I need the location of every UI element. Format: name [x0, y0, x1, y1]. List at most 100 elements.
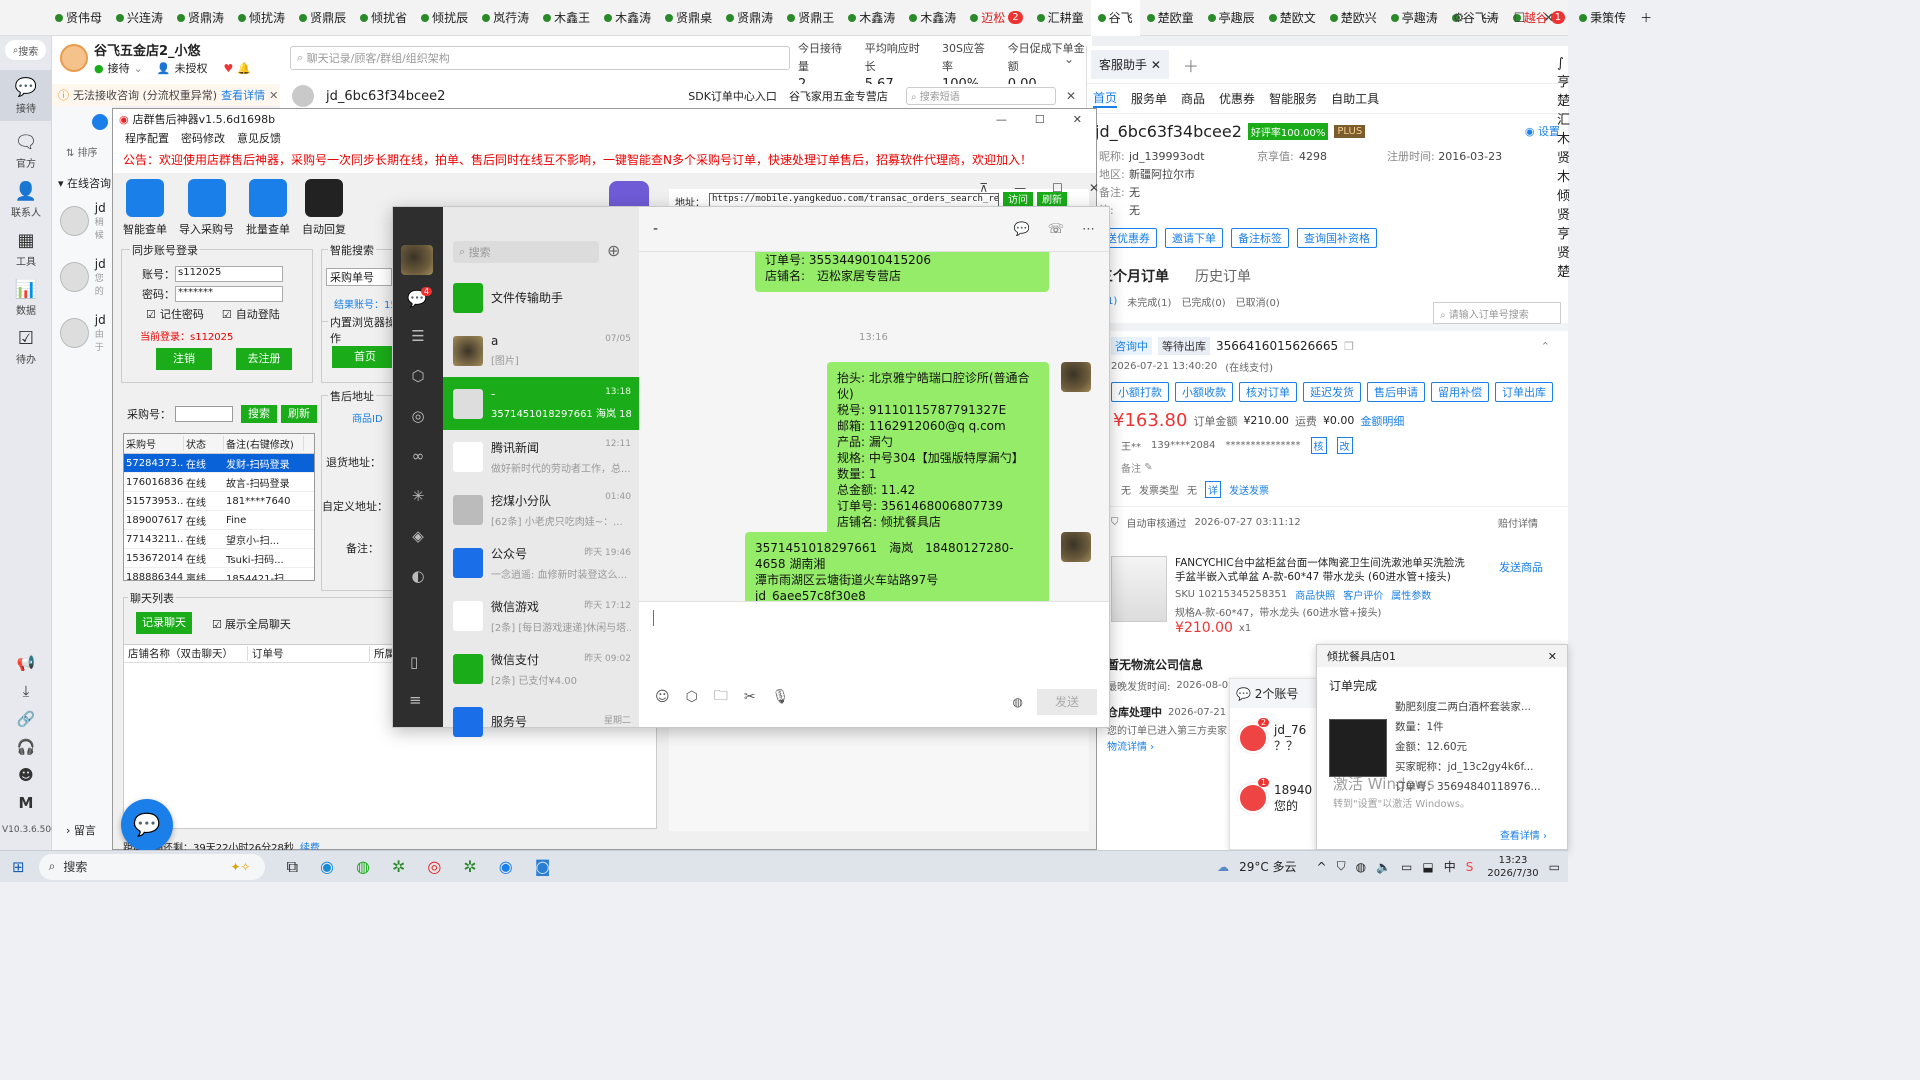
phone-icon[interactable]: ▯	[410, 653, 418, 671]
wechat-tray-icon[interactable]: ◍	[1356, 860, 1366, 874]
rail-search-button[interactable]: ⌕ 搜索	[5, 40, 46, 60]
wechat-icon[interactable]: ◍	[356, 857, 370, 876]
browser-tab[interactable]: 谷飞	[1090, 0, 1140, 36]
table-row[interactable]: 51573953... 在线 181****7640	[124, 492, 314, 511]
chat-options-icon[interactable]: 💬	[1014, 222, 1030, 237]
track-link[interactable]: 物流详情 ›	[1107, 738, 1154, 753]
speaker-icon[interactable]: 🔈	[1376, 860, 1391, 874]
customer-action-button[interactable]: 备注标签	[1231, 228, 1289, 248]
product-image[interactable]	[1111, 556, 1167, 622]
tool-menu-item[interactable]: 意见反馈	[237, 130, 281, 146]
logout-button[interactable]: 注销	[156, 348, 212, 370]
monitor-icon[interactable]: ▭	[1401, 860, 1412, 874]
sender-avatar[interactable]	[1061, 362, 1091, 392]
browser-tab[interactable]: 楚欧兴	[1323, 0, 1384, 36]
sender-avatar[interactable]	[1061, 532, 1091, 562]
link-icon[interactable]: 🔗	[17, 710, 36, 728]
edge-icon[interactable]: ◉	[320, 857, 334, 876]
wechat-chat-item[interactable]: 服务号 星期二	[443, 695, 639, 748]
column-header[interactable]: 采购号	[124, 436, 184, 451]
show-all-checkbox[interactable]: ☑	[212, 618, 222, 631]
tool-icon-button[interactable]: 自动回复	[302, 179, 346, 237]
assistant-nav-item[interactable]: 首页	[1093, 89, 1118, 108]
change-button[interactable]: 改	[1336, 437, 1353, 454]
browser-tab[interactable]: 兴连涛	[109, 0, 170, 36]
notification-more[interactable]: 查看详情 ›	[1500, 827, 1547, 842]
order-filter-item[interactable]: 未完成(1)	[1127, 294, 1171, 309]
wechat-search-input[interactable]: ⌕ 搜索	[453, 241, 599, 263]
assistant-nav-item[interactable]: 智能服务	[1269, 90, 1317, 107]
session-item[interactable]: jd 您的	[60, 257, 112, 297]
browser-tab[interactable]: 亭趣涛	[1384, 0, 1445, 36]
order-filter-item[interactable]: 已取消(0)	[1236, 294, 1280, 309]
mic-icon[interactable]: 🎙	[772, 689, 790, 705]
maximize-icon[interactable]: ☐	[1035, 113, 1045, 126]
message-bubble[interactable]: 3571451018297661 海岚 18480127280-4658 湖南湘…	[745, 532, 1049, 601]
table-row[interactable]: 77143211... 在线 望京小-扫...	[124, 530, 314, 549]
weather-icon[interactable]: ☁	[1217, 860, 1229, 874]
close-icon[interactable]: ✕	[269, 89, 278, 102]
add-icon[interactable]: ⊕	[607, 241, 620, 260]
moments-icon[interactable]: ◎	[411, 407, 424, 425]
close-icon[interactable]: ✕	[1089, 181, 1099, 195]
headset-icon[interactable]: 🎧	[17, 738, 36, 756]
register-button[interactable]: 去注册	[236, 348, 292, 370]
chevron-up-icon[interactable]: ⌃	[1541, 340, 1550, 353]
send-goods-link[interactable]: 发送商品	[1493, 558, 1549, 576]
browser-tab[interactable]: 楚欧童	[1140, 0, 1201, 36]
session-item[interactable]: jd 稍候	[60, 201, 112, 241]
chat-app-icon[interactable]: ◙	[535, 857, 551, 876]
order-filter-item[interactable]: 已完成(0)	[1181, 294, 1225, 309]
store-tool-icon[interactable]: ◎	[427, 857, 441, 876]
table-row[interactable]: 57284373... 在线 发财-扫码登录	[124, 454, 314, 473]
maximize-icon[interactable]: ☐	[1052, 181, 1063, 195]
minimize-icon[interactable]: —	[1482, 11, 1495, 26]
account-item[interactable]: 1 18940 您的	[1230, 768, 1316, 828]
order-action-button[interactable]: 订单出库	[1495, 382, 1553, 402]
customer-action-button[interactable]: 查询国补资格	[1297, 228, 1377, 248]
home-button[interactable]: 首页	[332, 346, 398, 368]
sparkle-icon[interactable]: ✳	[412, 487, 425, 505]
assistant-nav-item[interactable]: 商品	[1181, 90, 1205, 107]
minimize-icon[interactable]: —	[996, 113, 1007, 126]
order-action-button[interactable]: 延迟发货	[1303, 382, 1361, 402]
browser-tab[interactable]: 贤鼎桌	[658, 0, 719, 36]
product-title[interactable]: FANCYCHIC台中盆柜盆台面一体陶瓷卫生间洗漱池单买洗脸洗手盆半嵌入式单盆 …	[1175, 556, 1475, 584]
bot-icon[interactable]: ☻	[18, 766, 34, 784]
remember-checkbox[interactable]: ☑	[146, 308, 156, 321]
browser-tab[interactable]: 倾扰辰	[414, 0, 475, 36]
amount-detail-link[interactable]: 金额明细	[1360, 413, 1404, 429]
maximize-icon[interactable]: ☐	[1513, 11, 1525, 26]
network-icon[interactable]: ⬓	[1422, 860, 1433, 874]
browser-tab[interactable]: 秉策传	[1572, 0, 1633, 36]
wechat-chat-item[interactable]: 文件传输助手	[443, 271, 639, 324]
rail-item-todo[interactable]: ☑ 待办	[0, 327, 52, 366]
wechat-chat-item[interactable]: 公众号 昨天 19:46 一念逍遥: 血修新时装登这么...	[443, 536, 639, 589]
column-header[interactable]: 状态	[184, 436, 224, 451]
task-view-icon[interactable]: ⧉	[287, 857, 298, 877]
add-tab-icon[interactable]: ＋	[1183, 53, 1199, 77]
order-action-button[interactable]: 售后申请	[1367, 382, 1425, 402]
browser-tab[interactable]: 岚荇涛	[475, 0, 536, 36]
session-item[interactable]: jd 由于	[60, 313, 112, 353]
column-header[interactable]: 店铺名称（双击聊天）	[124, 646, 248, 661]
download-icon[interactable]: ⤓	[23, 682, 30, 700]
settings-link[interactable]: ◉ 设置	[1525, 123, 1560, 139]
online-section[interactable]: ▾ 在线咨询	[58, 175, 112, 191]
rail-item-data[interactable]: 📊 数据	[0, 278, 52, 317]
message-bubble[interactable]: 订单号: 3553449010415206 店铺名: 迈松家居专营店	[755, 252, 1049, 292]
wechat-chat-item[interactable]: 微信支付 昨天 09:02 [2条] 已支付¥4.00	[443, 642, 639, 695]
emoji-icon[interactable]: ☺	[655, 689, 670, 705]
bell-icon[interactable]: 🔔	[237, 62, 251, 75]
shop-avatar[interactable]	[60, 44, 88, 72]
wechat-chat-item[interactable]: 微信游戏 昨天 17:12 [2条] [每日游戏速递]休闲与塔...	[443, 589, 639, 642]
browser-tab[interactable]: 楚欧文	[1262, 0, 1323, 36]
assistant-nav-item[interactable]: 自助工具	[1331, 90, 1379, 107]
wechat-chat-item[interactable]: 腾讯新闻 12:11 做好新时代的劳动者工作，总...	[443, 430, 639, 483]
cube-icon[interactable]: ⬡	[411, 367, 424, 385]
tool-menu-item[interactable]: 密码修改	[181, 130, 225, 146]
mini-program-icon[interactable]: ◈	[412, 527, 424, 545]
remark-row[interactable]: 备注 ✎	[1087, 460, 1568, 475]
settings-icon[interactable]: ⚙	[1453, 11, 1465, 26]
megaphone-icon[interactable]: 📢	[17, 654, 36, 672]
